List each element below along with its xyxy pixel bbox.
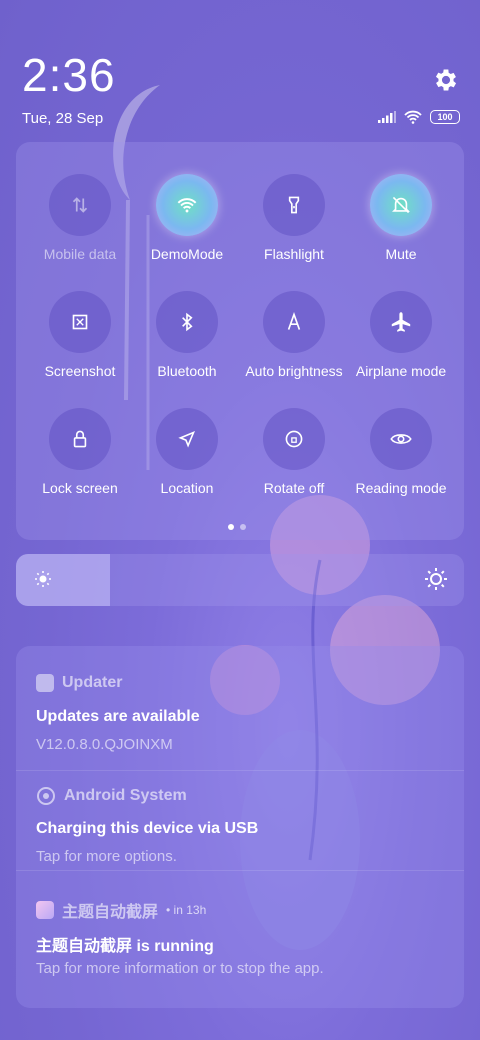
tile-auto-brightness[interactable]: Auto brightness <box>240 291 348 401</box>
tile-button[interactable] <box>370 291 432 353</box>
brightness-fill <box>16 554 111 606</box>
wifi-status-icon <box>404 110 422 124</box>
airplane-icon <box>391 312 411 332</box>
tile-button[interactable] <box>156 408 218 470</box>
tile-location[interactable]: Location <box>133 408 241 518</box>
status-bar: 2:36 Tue, 28 Sep 100 <box>0 0 480 140</box>
screenshot-icon <box>72 314 88 330</box>
notification-text: Tap for more information or to stop the … <box>36 960 324 977</box>
notification-title: 主题自动截屏 is running <box>36 938 214 955</box>
tile-label: Flashlight <box>264 246 324 262</box>
tile-reading-mode[interactable]: Reading mode <box>347 408 455 518</box>
notification-android-system[interactable]: Android System Charging this device via … <box>16 758 464 871</box>
tile-label: DemoMode <box>150 246 224 262</box>
flashlight-icon <box>288 196 300 214</box>
lock-icon <box>73 430 87 448</box>
brightness-low-icon <box>35 571 51 587</box>
notification-title: Charging this device via USB <box>36 820 259 837</box>
tile-button[interactable] <box>263 291 325 353</box>
tile-rotate-off[interactable]: Rotate off <box>240 408 348 518</box>
tile-button[interactable] <box>49 174 111 236</box>
tile-button[interactable] <box>49 408 111 470</box>
notification-time: • in 13h <box>166 903 207 917</box>
auto-brightness-icon <box>287 312 301 330</box>
system-icons: 100 <box>378 110 460 124</box>
page-dot-2[interactable] <box>240 524 246 530</box>
bluetooth-icon <box>182 312 193 332</box>
updater-icon <box>36 674 54 692</box>
tile-label: Lock screen <box>42 480 118 496</box>
tile-mobile-data[interactable]: Mobile data <box>26 174 134 284</box>
tile-mute[interactable]: Mute <box>347 174 455 284</box>
tile-label: Rotate off <box>263 480 325 496</box>
tile-lock-screen[interactable]: Lock screen <box>26 408 134 518</box>
rotate-lock-icon <box>285 430 303 448</box>
tile-flashlight[interactable]: Flashlight <box>240 174 348 284</box>
notification-app-name: 主题自动截屏 <box>62 904 159 921</box>
android-system-icon <box>37 787 55 805</box>
mute-bell-icon <box>391 196 411 214</box>
tile-button[interactable] <box>156 291 218 353</box>
tile-screenshot[interactable]: Screenshot <box>26 291 134 401</box>
date: Tue, 28 Sep <box>22 110 104 127</box>
tile-demomode[interactable]: DemoMode <box>133 174 241 284</box>
tile-label: Mobile data <box>43 246 117 262</box>
tile-label: Bluetooth <box>157 363 217 379</box>
tile-label: Airplane mode <box>355 363 447 379</box>
wifi-icon <box>177 198 197 213</box>
tile-button[interactable] <box>49 291 111 353</box>
location-icon <box>178 430 196 448</box>
notification-updater[interactable]: Updater Updates are available V12.0.8.0.… <box>16 646 464 771</box>
notification-title: Updates are available <box>36 708 200 725</box>
tile-button[interactable] <box>263 174 325 236</box>
tile-label: Auto brightness <box>245 363 343 379</box>
tile-airplane-mode[interactable]: Airplane mode <box>347 291 455 401</box>
notification-text: Tap for more options. <box>36 848 177 865</box>
notification-theme-screenshot[interactable]: 主题自动截屏 • in 13h 主题自动截屏 is running Tap fo… <box>16 870 464 1008</box>
notification-app-name: Android System <box>64 787 187 804</box>
tile-button[interactable] <box>263 408 325 470</box>
notification-app-name: Updater <box>62 674 123 691</box>
tile-button[interactable] <box>156 174 218 236</box>
eye-icon <box>390 434 412 444</box>
tile-label: Reading mode <box>355 480 447 496</box>
signal-icon <box>378 111 396 123</box>
tile-label: Location <box>160 480 214 496</box>
tile-label: Screenshot <box>44 363 116 379</box>
mobile-data-icon <box>72 197 88 213</box>
quick-settings-panel: Mobile data DemoMode Flashlight Mute Screens… <box>16 142 464 540</box>
tile-button[interactable] <box>370 408 432 470</box>
brightness-slider[interactable] <box>16 554 464 606</box>
settings-gear-icon[interactable] <box>432 66 460 94</box>
notification-list: Updater Updates are available V12.0.8.0.… <box>16 646 464 1008</box>
page-indicator <box>228 524 246 530</box>
brightness-high-icon <box>425 568 447 590</box>
tile-button[interactable] <box>370 174 432 236</box>
clock: 2:36 <box>22 49 116 101</box>
theme-app-icon <box>36 901 54 919</box>
notification-text: V12.0.8.0.QJOINXM <box>36 736 173 753</box>
tile-label: Mute <box>385 246 417 262</box>
battery-indicator: 100 <box>430 110 460 124</box>
tile-bluetooth[interactable]: Bluetooth <box>133 291 241 401</box>
page-dot-1[interactable] <box>228 524 234 530</box>
